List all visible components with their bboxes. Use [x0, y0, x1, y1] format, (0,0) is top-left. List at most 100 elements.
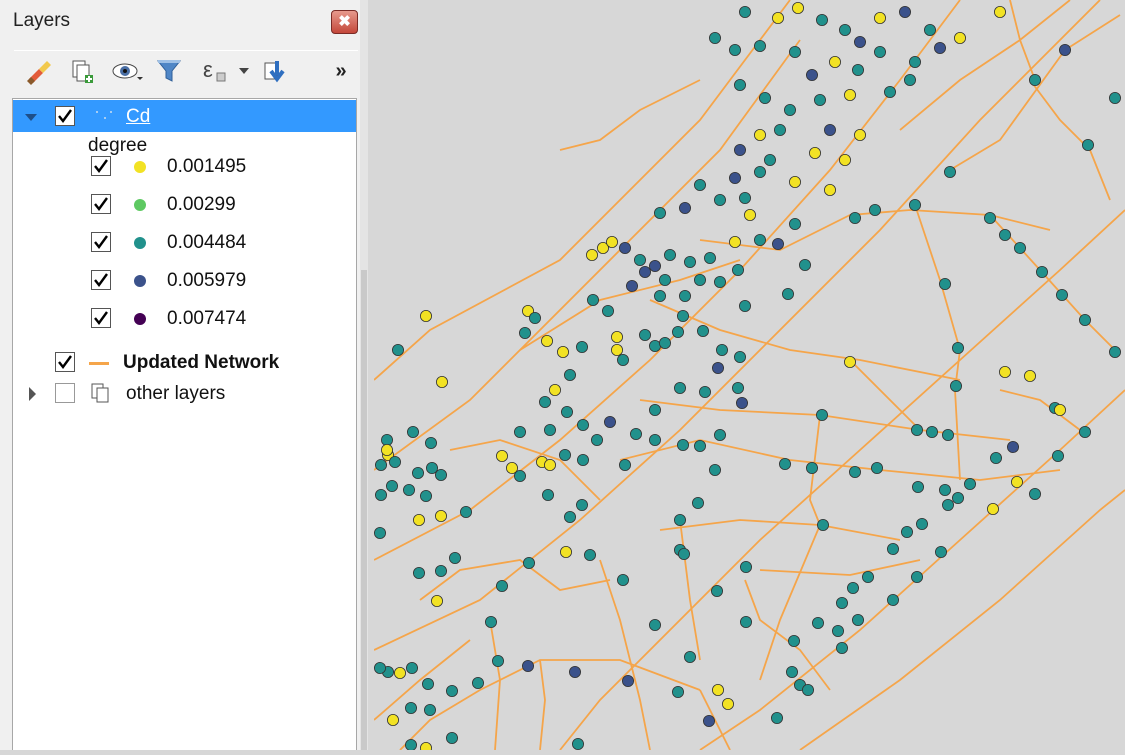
- cd-point[interactable]: [1059, 44, 1072, 57]
- cd-point[interactable]: [424, 436, 437, 449]
- cd-point[interactable]: [405, 662, 418, 675]
- cd-point[interactable]: [754, 165, 767, 178]
- cd-point[interactable]: [484, 616, 497, 629]
- legend-class-checkbox[interactable]: [91, 194, 111, 214]
- visibility-eye-icon[interactable]: [110, 51, 146, 91]
- cd-point[interactable]: [849, 465, 862, 478]
- cd-point[interactable]: [694, 178, 707, 191]
- cd-point[interactable]: [557, 345, 570, 358]
- cd-point[interactable]: [445, 732, 458, 745]
- cd-point[interactable]: [862, 571, 875, 584]
- cd-point[interactable]: [802, 684, 815, 697]
- cd-point[interactable]: [732, 263, 745, 276]
- cd-point[interactable]: [679, 289, 692, 302]
- cd-point[interactable]: [869, 203, 882, 216]
- cd-point[interactable]: [944, 165, 957, 178]
- cd-point[interactable]: [952, 491, 965, 504]
- cd-point[interactable]: [739, 6, 752, 18]
- scrollbar-thumb[interactable]: [361, 270, 367, 750]
- cd-point[interactable]: [987, 502, 1000, 515]
- cd-point[interactable]: [569, 666, 582, 679]
- cd-point[interactable]: [849, 211, 862, 224]
- cd-point[interactable]: [430, 595, 443, 608]
- cd-point[interactable]: [909, 198, 922, 211]
- cd-point[interactable]: [694, 273, 707, 286]
- cd-point[interactable]: [1079, 313, 1092, 326]
- cd-point[interactable]: [990, 451, 1003, 464]
- cd-point[interactable]: [916, 518, 929, 531]
- cd-point[interactable]: [649, 403, 662, 416]
- panel-titlebar[interactable]: Layers ✖: [0, 0, 368, 44]
- cd-point[interactable]: [404, 739, 417, 752]
- cd-point[interactable]: [699, 385, 712, 398]
- cd-point[interactable]: [716, 343, 729, 356]
- cd-point[interactable]: [806, 69, 819, 82]
- cd-point[interactable]: [617, 574, 630, 587]
- cd-point[interactable]: [809, 146, 822, 159]
- cd-point[interactable]: [939, 277, 952, 290]
- cd-point[interactable]: [471, 677, 484, 690]
- cd-point[interactable]: [587, 293, 600, 306]
- cd-point[interactable]: [544, 423, 557, 436]
- cd-point[interactable]: [412, 567, 425, 580]
- cd-point[interactable]: [786, 666, 799, 679]
- cd-point[interactable]: [542, 488, 555, 501]
- cd-point[interactable]: [412, 514, 425, 527]
- cd-point[interactable]: [729, 171, 742, 184]
- cd-point[interactable]: [952, 341, 965, 354]
- cd-point[interactable]: [764, 153, 777, 166]
- cd-point[interactable]: [572, 738, 585, 751]
- legend-class-checkbox[interactable]: [91, 156, 111, 176]
- cd-point[interactable]: [899, 6, 912, 18]
- cd-point[interactable]: [514, 425, 527, 438]
- cd-point[interactable]: [406, 425, 419, 438]
- layer-row-updated-network[interactable]: Updated Network: [13, 346, 356, 380]
- cd-point[interactable]: [373, 527, 386, 540]
- cd-point[interactable]: [789, 46, 802, 59]
- cd-point[interactable]: [402, 483, 415, 496]
- cd-point[interactable]: [560, 546, 573, 559]
- filter-icon[interactable]: [154, 51, 184, 91]
- cd-point[interactable]: [591, 433, 604, 446]
- cd-point[interactable]: [419, 742, 432, 755]
- close-button[interactable]: ✖: [331, 10, 358, 34]
- cd-point[interactable]: [674, 381, 687, 394]
- cd-point[interactable]: [714, 275, 727, 288]
- cd-point[interactable]: [544, 458, 557, 471]
- cd-point[interactable]: [1052, 449, 1065, 462]
- cd-point[interactable]: [419, 309, 432, 322]
- cd-point[interactable]: [754, 233, 767, 246]
- cd-point[interactable]: [739, 191, 752, 204]
- cd-point[interactable]: [732, 381, 745, 394]
- cd-point[interactable]: [529, 311, 542, 324]
- cd-point[interactable]: [373, 662, 386, 675]
- cd-point[interactable]: [617, 353, 630, 366]
- cd-point[interactable]: [586, 248, 599, 261]
- cd-point[interactable]: [911, 423, 924, 436]
- cd-point[interactable]: [435, 375, 448, 388]
- cd-point[interactable]: [829, 56, 842, 69]
- cd-point[interactable]: [626, 279, 639, 292]
- cd-point[interactable]: [884, 86, 897, 99]
- legend-class-checkbox[interactable]: [91, 232, 111, 252]
- expand-arrow-icon[interactable]: [25, 112, 37, 122]
- cd-point[interactable]: [1014, 241, 1027, 254]
- cd-point[interactable]: [619, 241, 632, 254]
- cd-point[interactable]: [782, 287, 795, 300]
- cd-point[interactable]: [677, 438, 690, 451]
- cd-point[interactable]: [1024, 369, 1037, 382]
- cd-point[interactable]: [824, 183, 837, 196]
- cd-point[interactable]: [684, 255, 697, 268]
- cd-point[interactable]: [374, 488, 387, 501]
- cd-point[interactable]: [514, 469, 527, 482]
- cd-point[interactable]: [678, 548, 691, 561]
- cd-point[interactable]: [901, 526, 914, 539]
- cd-point[interactable]: [734, 79, 747, 92]
- cd-point[interactable]: [684, 651, 697, 664]
- cd-point[interactable]: [736, 396, 749, 409]
- cd-point[interactable]: [844, 355, 857, 368]
- cd-point[interactable]: [459, 505, 472, 518]
- cd-point[interactable]: [779, 457, 792, 470]
- cd-point[interactable]: [994, 6, 1007, 18]
- cd-point[interactable]: [711, 585, 724, 598]
